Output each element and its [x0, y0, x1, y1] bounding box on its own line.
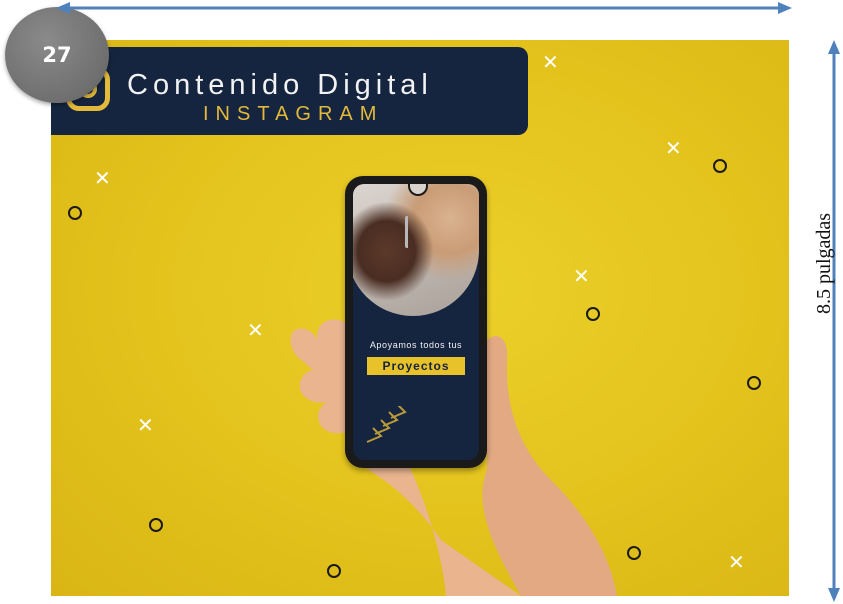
title-banner: Contenido Digital INSTAGRAM [51, 47, 528, 135]
page-number-badge: 27 [5, 7, 109, 103]
photo-woman-with-keys [353, 184, 479, 316]
height-dimension-label: 8.5 pulgadas [813, 212, 835, 314]
slide-canvas: ✕ ✕ ✕ ✕ ✕ ✕ ✕ Apoyamos todos tus Proyect… [0, 0, 843, 604]
instagram-poster: ✕ ✕ ✕ ✕ ✕ ✕ ✕ Apoyamos todos tus Proyect… [51, 40, 789, 596]
screen-tagline: Apoyamos todos tus [369, 340, 463, 350]
screen-highlight-label: Proyectos [367, 357, 465, 375]
smartphone: Apoyamos todos tus Proyectos [345, 176, 487, 468]
key-icon [405, 216, 418, 248]
phone-screen: Apoyamos todos tus Proyectos [353, 184, 479, 460]
banner-title: Contenido Digital [127, 69, 433, 101]
height-arrow-icon [828, 40, 840, 602]
width-arrow-icon [56, 2, 792, 14]
chevron-arrows-icon [366, 406, 407, 443]
banner-subtitle: INSTAGRAM [203, 103, 384, 125]
